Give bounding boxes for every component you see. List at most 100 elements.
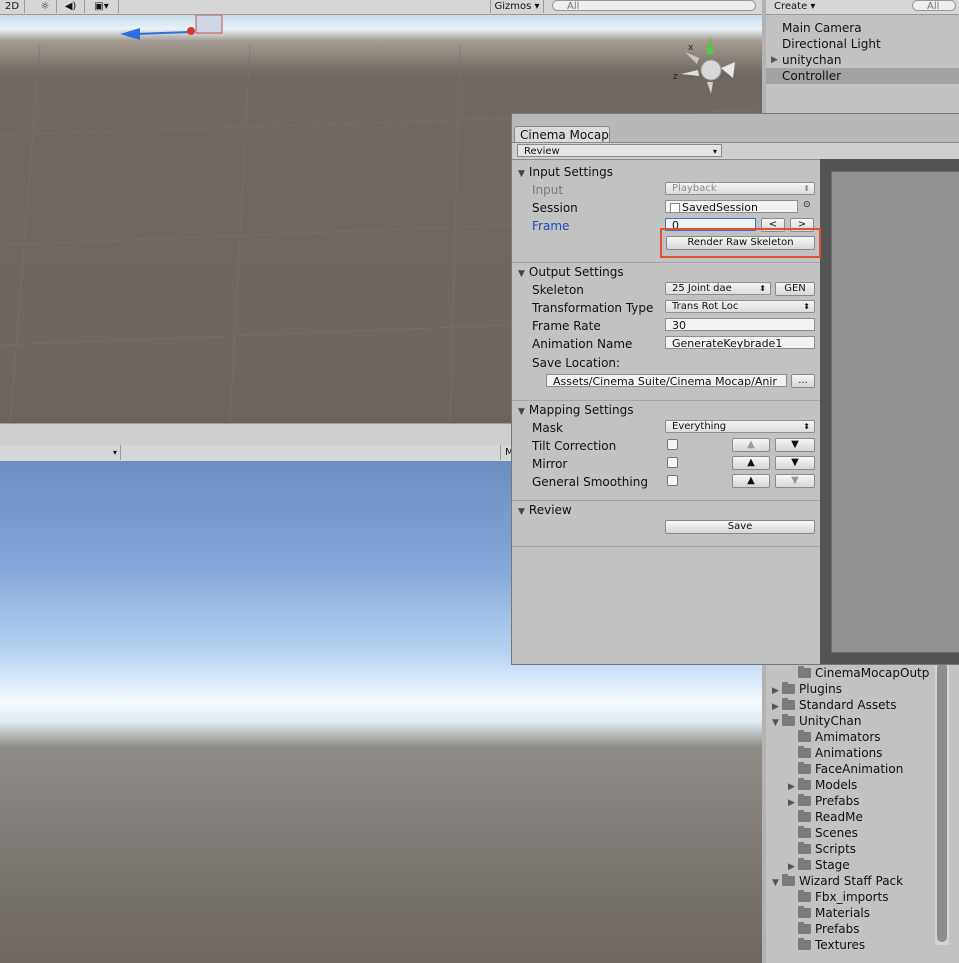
project-folder-item[interactable]: CinemaMocapOutp — [788, 665, 929, 681]
session-label: Session — [532, 201, 578, 215]
project-folder-item[interactable]: Animations — [788, 745, 882, 761]
project-folder-label: Prefabs — [815, 794, 860, 808]
folder-icon — [798, 858, 811, 870]
mapping-settings-header[interactable]: ▼ Mapping Settings — [518, 403, 633, 419]
transformation-type-value: Trans Rot Loc — [672, 301, 739, 312]
save-location-label: Save Location: — [532, 356, 621, 370]
general-smoothing-checkbox[interactable] — [667, 475, 678, 486]
tilt-up-button[interactable]: ▲ — [732, 438, 770, 452]
project-folder-item[interactable]: ▶ Standard Assets — [772, 697, 896, 713]
input-label: Input — [532, 183, 564, 197]
section-divider — [512, 400, 820, 401]
project-folder-item[interactable]: ▶ Plugins — [772, 681, 842, 697]
mirror-down-button[interactable]: ▼ — [775, 456, 815, 470]
expand-arrow-icon[interactable]: ▶ — [771, 52, 778, 68]
project-folder-item[interactable]: Prefabs — [788, 921, 860, 937]
transform-handle[interactable] — [120, 15, 223, 40]
gizmos-dropdown[interactable]: Gizmos ▾ — [490, 0, 544, 13]
mirror-checkbox[interactable] — [667, 457, 678, 468]
svg-text:x: x — [688, 43, 694, 53]
project-folder-item[interactable]: ReadMe — [788, 809, 863, 825]
frame-rate-input[interactable]: 30 — [665, 318, 815, 331]
hierarchy-search-input[interactable]: All — [912, 0, 956, 12]
hierarchy-item-label: Controller — [782, 69, 842, 83]
project-folder-label: Amimators — [815, 730, 881, 744]
mirror-label: Mirror — [532, 457, 568, 471]
project-folder-item[interactable]: Fbx_imports — [788, 889, 889, 905]
skeleton-dropdown[interactable]: 25 Joint dae ⬍ — [665, 282, 771, 295]
mask-value: Everything — [672, 421, 727, 432]
hierarchy-panel: Create ▾ All Main Camera Directional Lig… — [766, 0, 959, 120]
tilt-down-button[interactable]: ▼ — [775, 438, 815, 452]
scene-search-input[interactable]: All — [552, 0, 756, 12]
project-folder-item[interactable]: Scenes — [788, 825, 858, 841]
effects-dropdown-icon[interactable]: ▣▾ — [85, 0, 119, 13]
project-scrollbar-thumb[interactable] — [937, 662, 947, 942]
lighting-toggle-icon[interactable]: ☼ — [34, 0, 57, 13]
save-button[interactable]: Save — [665, 520, 815, 534]
preview-viewport[interactable] — [831, 171, 959, 653]
section-title: Input Settings — [528, 165, 614, 179]
project-folder-item[interactable]: ▶ Prefabs — [788, 793, 860, 809]
display-dropdown[interactable]: ▾ — [0, 445, 121, 460]
tilt-correction-checkbox[interactable] — [667, 439, 678, 450]
project-folder-item[interactable]: ▶ Models — [788, 777, 857, 793]
smoothing-down-button[interactable]: ▼ — [775, 474, 815, 488]
folder-icon — [782, 698, 795, 710]
review-header[interactable]: ▼ Review — [518, 503, 572, 519]
hierarchy-item-unitychan[interactable]: ▶ unitychan — [766, 52, 959, 68]
animation-name-input[interactable]: GenerateKeybrade1 — [665, 336, 815, 349]
asset-icon — [670, 203, 680, 212]
updown-icon: ⬍ — [803, 422, 810, 431]
scene-search-placeholder: All — [567, 1, 580, 12]
gizmos-label: Gizmos — [494, 1, 532, 12]
mask-dropdown[interactable]: Everything ⬍ — [665, 420, 815, 433]
hierarchy-item-directional-light[interactable]: Directional Light — [766, 36, 959, 52]
folder-icon — [798, 794, 811, 806]
project-folder-item[interactable]: ▶ Stage — [788, 857, 850, 873]
project-folder-item[interactable]: Materials — [788, 905, 870, 921]
save-location-input[interactable]: Assets/Cinema Suite/Cinema Mocap/Anir — [546, 374, 787, 387]
frame-rate-label: Frame Rate — [532, 319, 601, 333]
hierarchy-item-main-camera[interactable]: Main Camera — [766, 20, 959, 36]
expanded-arrow-icon[interactable]: ▼ — [772, 875, 782, 891]
project-folder-item[interactable]: ▼ UnityChan — [772, 713, 861, 729]
cinema-mocap-window: Cinema Mocap Review ▾ ▼ Input Settings Inp… — [511, 113, 959, 665]
folder-icon — [798, 778, 811, 790]
smoothing-up-button[interactable]: ▲ — [732, 474, 770, 488]
project-folder-item[interactable]: Textures — [788, 937, 865, 953]
hierarchy-item-label: Main Camera — [782, 21, 862, 35]
input-dropdown[interactable]: Playback ⬍ — [665, 182, 815, 195]
general-smoothing-label: General Smoothing — [532, 475, 648, 489]
object-picker-icon[interactable]: ⊙ — [803, 200, 811, 210]
folder-icon — [782, 714, 795, 726]
foldout-arrow-icon: ▼ — [518, 507, 525, 517]
orientation-gizmo-icon[interactable]: x z — [665, 34, 745, 94]
gen-button[interactable]: GEN — [775, 282, 815, 296]
tab-cinema-mocap[interactable]: Cinema Mocap — [514, 126, 610, 142]
project-folder-item[interactable]: FaceAnimation — [788, 761, 903, 777]
browse-button[interactable]: ... — [791, 374, 815, 388]
folder-icon — [798, 890, 811, 902]
scene-toolbar: 2D ☼ ◀) ▣▾ Gizmos ▾ All — [0, 0, 762, 15]
updown-icon: ⬍ — [759, 284, 766, 293]
hierarchy-item-controller[interactable]: Controller — [766, 68, 959, 84]
audio-toggle-icon[interactable]: ◀) — [57, 0, 85, 13]
updown-icon: ⬍ — [803, 184, 810, 193]
section-title: Output Settings — [528, 265, 624, 279]
session-field[interactable]: SavedSession — [665, 200, 798, 213]
transformation-type-dropdown[interactable]: Trans Rot Loc ⬍ — [665, 300, 815, 313]
hierarchy-item-label: Directional Light — [782, 37, 881, 51]
2d-toggle-button[interactable]: 2D — [0, 0, 25, 13]
folder-icon — [798, 938, 811, 950]
mode-dropdown[interactable]: Review ▾ — [517, 144, 722, 157]
project-folder-item[interactable]: Amimators — [788, 729, 881, 745]
project-folder-item[interactable]: Scripts — [788, 841, 856, 857]
create-dropdown[interactable]: Create ▾ — [774, 0, 815, 13]
expanded-arrow-icon[interactable]: ▼ — [772, 715, 782, 731]
folder-icon — [798, 762, 811, 774]
mirror-up-button[interactable]: ▲ — [732, 456, 770, 470]
input-settings-header[interactable]: ▼ Input Settings — [518, 165, 613, 181]
output-settings-header[interactable]: ▼ Output Settings — [518, 265, 624, 281]
project-folder-item[interactable]: ▼ Wizard Staff Pack — [772, 873, 903, 889]
